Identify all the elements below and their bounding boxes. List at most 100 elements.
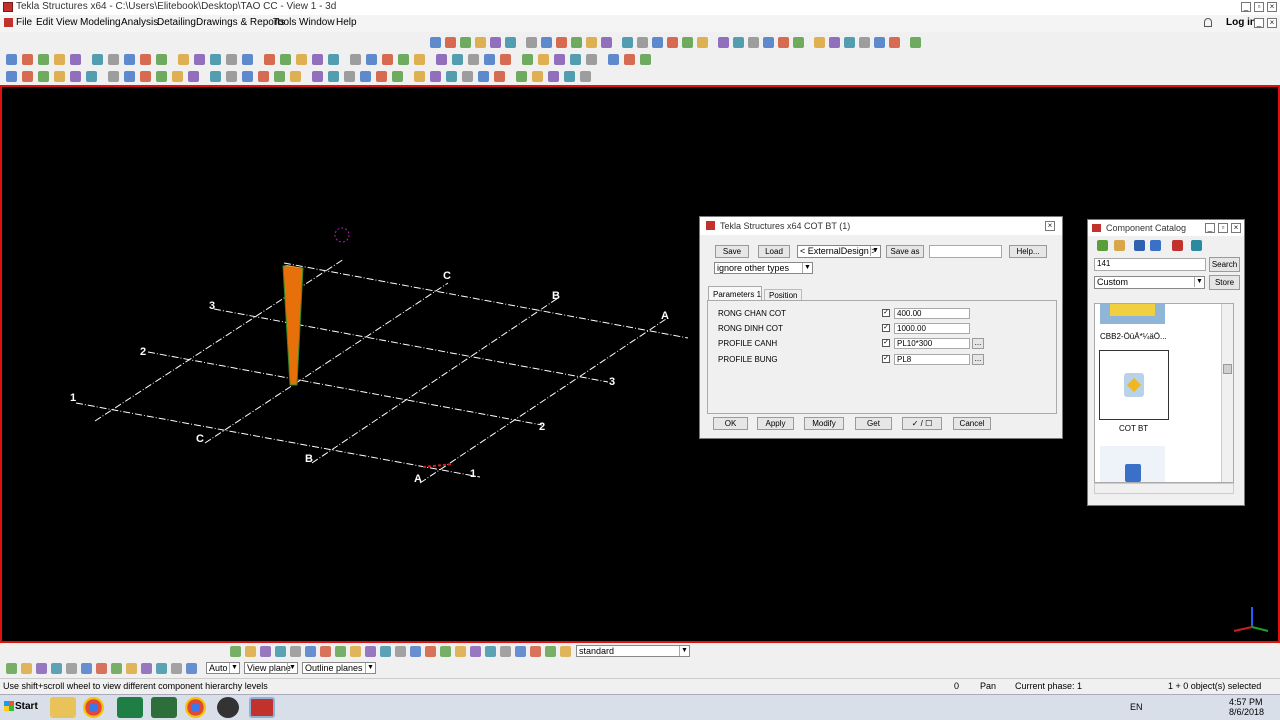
save-button[interactable]: Save xyxy=(715,245,749,258)
chrome-2-icon[interactable] xyxy=(185,697,206,718)
ok-button[interactable]: OK xyxy=(713,417,748,430)
toolbar-tool-icon[interactable] xyxy=(554,54,565,65)
clock-date[interactable]: 8/6/2018 xyxy=(1229,707,1264,717)
toolbar-tool-icon[interactable] xyxy=(171,663,182,674)
toolbar-tool-icon[interactable] xyxy=(290,71,301,82)
toolbar-tool-icon[interactable] xyxy=(66,663,77,674)
toolbar-tool-icon[interactable] xyxy=(889,37,900,48)
toolbar-tool-icon[interactable] xyxy=(140,71,151,82)
toolbar-tool-icon[interactable] xyxy=(763,37,774,48)
catalog-folder-icon[interactable] xyxy=(1114,240,1125,251)
toolbar-tool-icon[interactable] xyxy=(500,54,511,65)
toolbar-tool-icon[interactable] xyxy=(275,646,286,657)
toolbar-tool-icon[interactable] xyxy=(445,37,456,48)
catalog-item-thumbnail-cot-bt[interactable] xyxy=(1099,350,1169,420)
toolbar-tool-icon[interactable] xyxy=(376,71,387,82)
toolbar-tool-icon[interactable] xyxy=(436,54,447,65)
cancel-button[interactable]: Cancel xyxy=(953,417,991,430)
toolbar-tool-icon[interactable] xyxy=(258,71,269,82)
load-button[interactable]: Load xyxy=(758,245,790,258)
menu-drawings-reports[interactable]: Drawings & Reports xyxy=(196,17,285,28)
toolbar-tool-icon[interactable] xyxy=(571,37,582,48)
toolbar-tool-icon[interactable] xyxy=(455,646,466,657)
toolbar-tool-icon[interactable] xyxy=(108,71,119,82)
view-plane-select[interactable]: View plane ▼ xyxy=(244,662,298,674)
toolbar-tool-icon[interactable] xyxy=(242,71,253,82)
toolbar-tool-icon[interactable] xyxy=(96,663,107,674)
toolbar-tool-icon[interactable] xyxy=(778,37,789,48)
menu-window[interactable]: Window xyxy=(299,17,335,28)
toolbar-tool-icon[interactable] xyxy=(682,37,693,48)
toolbar-tool-icon[interactable] xyxy=(697,37,708,48)
preset-select[interactable]: < ExternalDesign > ▼ xyxy=(797,245,881,258)
catalog-maximize-icon[interactable]: ▫ xyxy=(1218,223,1228,233)
toolbar-tool-icon[interactable] xyxy=(532,71,543,82)
catalog-thumbnail-view-icon[interactable] xyxy=(1150,240,1161,251)
toolbar-tool-icon[interactable] xyxy=(260,646,271,657)
menu-detailing[interactable]: Detailing xyxy=(157,17,196,28)
toolbar-tool-icon[interactable] xyxy=(226,71,237,82)
toolbar-tool-icon[interactable] xyxy=(829,37,840,48)
doc-minimize-icon[interactable]: _ xyxy=(1254,18,1264,28)
toolbar-tool-icon[interactable] xyxy=(245,646,256,657)
toolbar-tool-icon[interactable] xyxy=(748,37,759,48)
toolbar-tool-icon[interactable] xyxy=(522,54,533,65)
language-indicator[interactable]: EN xyxy=(1130,702,1143,712)
toolbar-tool-icon[interactable] xyxy=(570,54,581,65)
toolbar-tool-icon[interactable] xyxy=(188,71,199,82)
toolbar-tool-icon[interactable] xyxy=(515,646,526,657)
toolbar-tool-icon[interactable] xyxy=(462,71,473,82)
toolbar-tool-icon[interactable] xyxy=(667,37,678,48)
ignore-types-select[interactable]: ignore other types ▼ xyxy=(714,262,813,274)
excel-icon[interactable] xyxy=(117,697,143,718)
toolbar-tool-icon[interactable] xyxy=(70,54,81,65)
profile-bung-browse-button[interactable]: ... xyxy=(972,354,984,365)
catalog-filter-icon[interactable] xyxy=(1191,240,1202,251)
toolbar-tool-icon[interactable] xyxy=(733,37,744,48)
toolbar-tool-icon[interactable] xyxy=(624,54,635,65)
toolbar-tool-icon[interactable] xyxy=(380,646,391,657)
toolbar-tool-icon[interactable] xyxy=(560,646,571,657)
autocad-icon[interactable] xyxy=(151,697,177,718)
toolbar-tool-icon[interactable] xyxy=(156,663,167,674)
toolbar-tool-icon[interactable] xyxy=(108,54,119,65)
toolbar-tool-icon[interactable] xyxy=(111,663,122,674)
toolbar-tool-icon[interactable] xyxy=(6,663,17,674)
tekla-taskbar-icon[interactable] xyxy=(249,697,275,718)
minimize-icon[interactable]: _ xyxy=(1241,2,1251,12)
toolbar-tool-icon[interactable] xyxy=(470,646,481,657)
toolbar-tool-icon[interactable] xyxy=(475,37,486,48)
catalog-horizontal-scrollbar[interactable] xyxy=(1094,483,1234,494)
toolbar-tool-icon[interactable] xyxy=(51,663,62,674)
toolbar-tool-icon[interactable] xyxy=(36,663,47,674)
dialog-close-icon[interactable]: × xyxy=(1045,221,1055,231)
toolbar-tool-icon[interactable] xyxy=(186,663,197,674)
param-checkbox-rong-dinh-cot[interactable]: ✓ xyxy=(882,324,890,332)
catalog-item-label-1[interactable]: CBB2-ÖüÄ*¼äÖ... xyxy=(1100,332,1167,341)
toolbar-tool-icon[interactable] xyxy=(398,54,409,65)
toolbar-tool-icon[interactable] xyxy=(70,71,81,82)
toolbar-tool-icon[interactable] xyxy=(328,54,339,65)
toolbar-tool-icon[interactable] xyxy=(226,54,237,65)
catalog-item-thumbnail-1[interactable] xyxy=(1100,304,1165,324)
outline-planes-select[interactable]: Outline planes ▼ xyxy=(302,662,376,674)
apply-button[interactable]: Apply xyxy=(757,417,794,430)
toolbar-tool-icon[interactable] xyxy=(637,37,648,48)
catalog-item-label-cot-bt[interactable]: COT BT xyxy=(1119,424,1148,433)
toolbar-tool-icon[interactable] xyxy=(392,71,403,82)
toolbar-tool-icon[interactable] xyxy=(414,71,425,82)
catalog-filter-select[interactable]: Custom ▼ xyxy=(1094,276,1205,289)
toolbar-tool-icon[interactable] xyxy=(586,37,597,48)
modify-button[interactable]: Modify xyxy=(804,417,844,430)
work-plane-auto-select[interactable]: Auto ▼ xyxy=(206,662,240,674)
toolbar-tool-icon[interactable] xyxy=(312,71,323,82)
toolbar-tool-icon[interactable] xyxy=(586,54,597,65)
toolbar-tool-icon[interactable] xyxy=(86,71,97,82)
toolbar-tool-icon[interactable] xyxy=(844,37,855,48)
save-as-field[interactable] xyxy=(929,245,1002,258)
login-link[interactable]: Log in xyxy=(1226,17,1256,28)
toolbar-tool-icon[interactable] xyxy=(425,646,436,657)
menu-analysis[interactable]: Analysis xyxy=(121,17,158,28)
param-checkbox-profile-canh[interactable]: ✓ xyxy=(882,339,890,347)
toolbar-tool-icon[interactable] xyxy=(490,37,501,48)
